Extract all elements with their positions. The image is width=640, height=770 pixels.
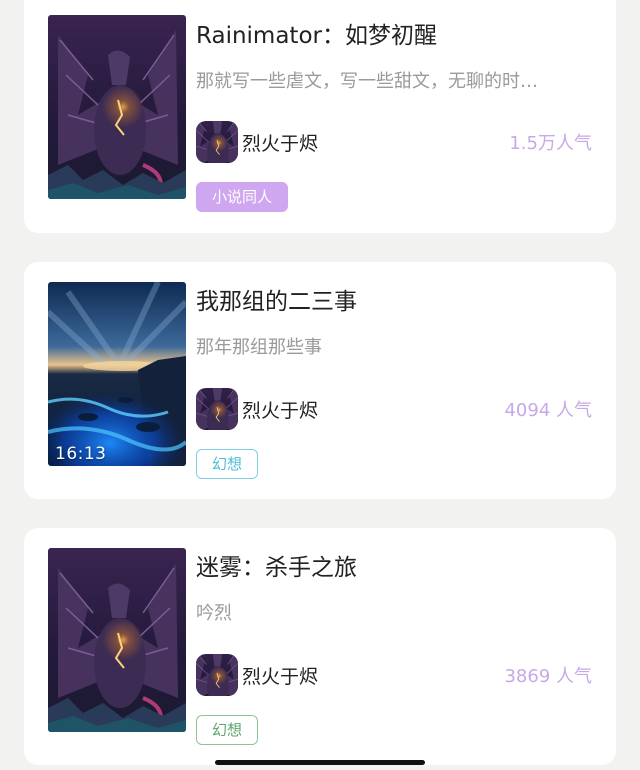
book-cover-image[interactable]: 16:13 [48,282,186,466]
author-name[interactable]: 烈火于烬 [242,662,318,689]
book-list-page: Rainimator：如梦初醒 那就写一些虐文，写一些甜文，无聊的时… 烈火于烬… [0,0,640,770]
book-title[interactable]: 我那组的二三事 [196,282,592,316]
book-cover-image[interactable] [48,548,186,732]
author-name[interactable]: 烈火于烬 [242,396,318,423]
category-tag[interactable]: 幻想 [196,449,259,479]
author-avatar[interactable] [196,654,238,696]
author-avatar[interactable] [196,121,238,163]
home-indicator[interactable] [215,760,425,765]
book-cover-image[interactable] [48,15,186,199]
cover-overlay-time: 16:13 [55,444,107,464]
book-card[interactable]: Rainimator：如梦初醒 那就写一些虐文，写一些甜文，无聊的时… 烈火于烬… [24,0,616,233]
author-avatar[interactable] [196,388,238,430]
author-name[interactable]: 烈火于烬 [242,129,318,156]
category-tag[interactable]: 幻想 [196,715,259,745]
author-row: 烈火于烬 1.5万人气 [196,121,592,163]
popularity-count: 1.5万人气 [509,133,592,154]
book-card[interactable]: 16:13 我那组的二三事 那年那组那些事 烈火于烬 4094 人气 幻想 [24,262,616,499]
book-description: 那就写一些虐文，写一些甜文，无聊的时… [196,71,538,92]
category-tag[interactable]: 小说同人 [196,182,289,212]
book-title[interactable]: Rainimator：如梦初醒 [196,16,592,50]
author-row: 烈火于烬 4094 人气 [196,388,592,430]
book-card[interactable]: 迷雾：杀手之旅 吟烈 烈火于烬 3869 人气 幻想 [24,528,616,765]
popularity-count: 4094 人气 [504,400,592,421]
book-title[interactable]: 迷雾：杀手之旅 [196,548,592,582]
author-row: 烈火于烬 3869 人气 [196,654,592,696]
book-description: 吟烈 [196,603,232,624]
book-description: 那年那组那些事 [196,337,322,358]
popularity-count: 3869 人气 [504,666,592,687]
